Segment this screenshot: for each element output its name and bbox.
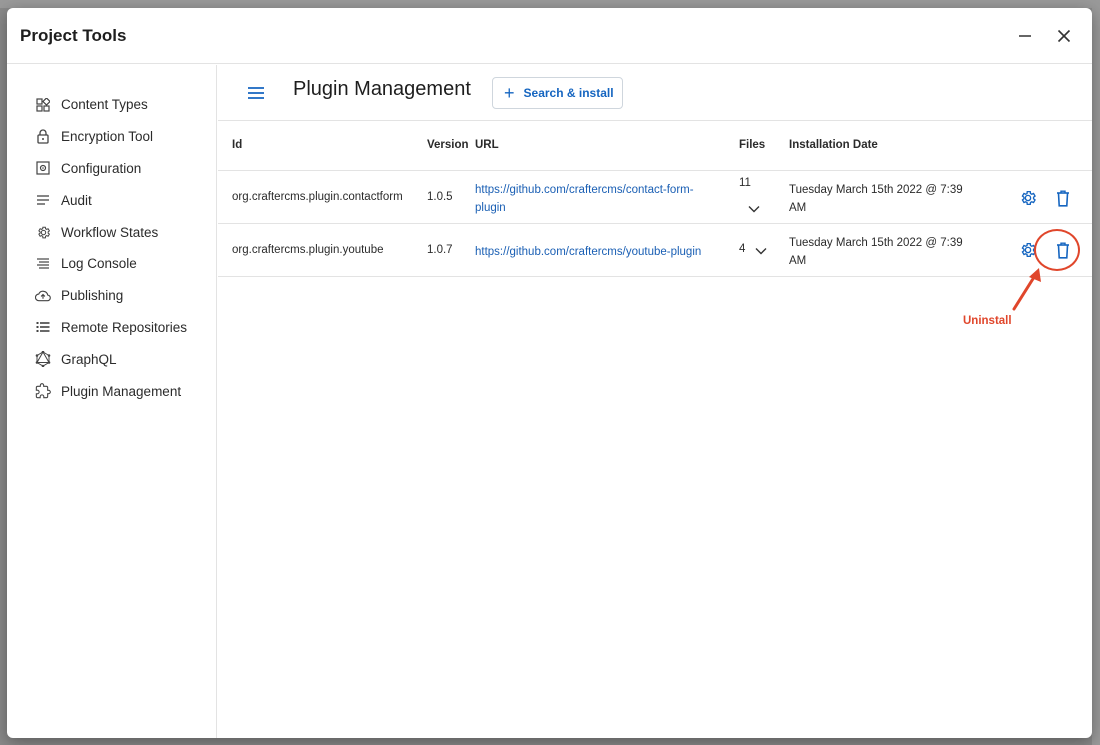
configuration-icon: [35, 160, 51, 176]
sidebar-item-remote-repositories[interactable]: Remote Repositories: [7, 312, 216, 344]
column-header-version[interactable]: Version: [427, 139, 469, 151]
sidebar-item-content-types[interactable]: Content Types: [7, 89, 216, 121]
menu-button[interactable]: [244, 81, 268, 105]
table-row: org.craftercms.plugin.contactform 1.0.5 …: [218, 171, 1092, 224]
plugin-version: 1.0.5: [427, 191, 453, 203]
column-header-url[interactable]: URL: [475, 139, 499, 151]
table-header: Id Version URL Files Installation Date: [218, 121, 1092, 171]
log-console-icon: [35, 256, 51, 272]
audit-icon: [35, 192, 51, 208]
dialog-header: Project Tools: [7, 8, 1092, 64]
installation-date: Tuesday March 15th 2022 @ 7:39 AM: [789, 234, 963, 270]
expand-files-button[interactable]: [743, 198, 765, 220]
plugin-url-link[interactable]: https://github.com/craftercms/youtube-pl…: [475, 243, 701, 261]
graphql-icon: [35, 351, 51, 368]
installation-date-line: Tuesday March 15th 2022 @ 7:39: [789, 237, 963, 249]
backdrop: [0, 0, 1100, 8]
annotation-label: Uninstall: [963, 315, 1012, 327]
plugin-files-count: 4: [739, 243, 746, 255]
sidebar-item-label: GraphQL: [61, 351, 117, 367]
expand-files-button[interactable]: [750, 240, 772, 262]
plugin-version: 1.0.7: [427, 244, 453, 256]
sidebar-item-log-console[interactable]: Log Console: [7, 248, 216, 280]
chevron-down-icon: [748, 206, 760, 213]
plus-icon: +: [504, 83, 515, 103]
sidebar-item-label: Workflow States: [61, 224, 159, 240]
plugin-id: org.craftercms.plugin.youtube: [232, 244, 384, 256]
sidebar-item-label: Plugin Management: [61, 383, 182, 399]
sidebar-item-plugin-management[interactable]: Plugin Management: [7, 375, 216, 407]
dialog-title: Project Tools: [20, 26, 127, 45]
project-tools-dialog: Project Tools Content Types Encryption T…: [7, 8, 1092, 738]
annotation-arrow: [1012, 268, 1041, 311]
uninstall-plugin-button[interactable]: [1052, 187, 1074, 209]
sidebar-item-label: Encryption Tool: [61, 129, 154, 145]
sidebar-item-publishing[interactable]: Publishing: [7, 280, 216, 312]
sidebar-item-workflow-states[interactable]: Workflow States: [7, 216, 216, 248]
gear-icon: [1021, 190, 1036, 206]
sidebar-item-label: Content Types: [61, 97, 148, 113]
sidebar-item-label: Audit: [61, 192, 92, 208]
close-icon: [1057, 29, 1071, 43]
installation-date-line: Tuesday March 15th 2022 @ 7:39: [789, 184, 963, 196]
table-row: org.craftercms.plugin.youtube 1.0.7 http…: [218, 224, 1092, 277]
content-types-icon: [35, 97, 51, 113]
plugin-settings-button[interactable]: [1017, 187, 1039, 209]
sidebar-item-label: Publishing: [61, 288, 124, 304]
plugin-url-line: plugin: [475, 202, 506, 214]
sidebar-item-graphql[interactable]: GraphQL: [7, 343, 216, 375]
hamburger-icon: [248, 87, 264, 99]
backdrop-right: [1092, 0, 1100, 745]
cloud-upload-icon: [35, 288, 51, 304]
main-panel: Plugin Management + Search & install Id …: [218, 65, 1092, 738]
plugin-url-link[interactable]: https://github.com/craftercms/contact-fo…: [475, 181, 694, 217]
lock-icon: [35, 129, 51, 145]
page-title: Plugin Management: [293, 78, 471, 100]
column-header-files[interactable]: Files: [739, 139, 765, 151]
sidebar-item-label: Configuration: [61, 160, 142, 176]
close-button[interactable]: [1050, 22, 1078, 50]
sidebar-item-configuration[interactable]: Configuration: [7, 153, 216, 185]
plugin-id: org.craftercms.plugin.contactform: [232, 191, 403, 203]
main-toolbar: Plugin Management + Search & install: [218, 65, 1092, 121]
column-header-installation-date[interactable]: Installation Date: [789, 139, 878, 151]
sidebar-item-label: Remote Repositories: [61, 319, 188, 335]
plugin-url-line: https://github.com/craftercms/contact-fo…: [475, 184, 694, 196]
plugins-table: Id Version URL Files Installation Date o…: [218, 121, 1092, 277]
plugin-files-count: 11: [739, 177, 751, 189]
minimize-button[interactable]: [1011, 22, 1039, 50]
trash-icon: [1057, 190, 1069, 207]
search-install-button[interactable]: + Search & install: [492, 77, 623, 109]
plugin-url-line: https://github.com/craftercms/youtube-pl…: [475, 246, 702, 258]
list-icon: [35, 319, 51, 335]
gear-icon: [35, 224, 51, 240]
puzzle-icon: [35, 383, 51, 399]
sidebar-item-audit[interactable]: Audit: [7, 184, 216, 216]
sidebar-item-label: Log Console: [61, 256, 137, 272]
sidebar: Content Types Encryption Tool Configurat…: [7, 65, 217, 738]
installation-date-line: AM: [789, 255, 807, 267]
search-install-label: Search & install: [523, 86, 614, 100]
sidebar-item-encryption-tool[interactable]: Encryption Tool: [7, 121, 216, 153]
minimize-icon: [1019, 35, 1031, 37]
column-header-id[interactable]: Id: [232, 139, 242, 151]
installation-date-line: AM: [789, 202, 807, 214]
installation-date: Tuesday March 15th 2022 @ 7:39 AM: [789, 181, 963, 217]
chevron-down-icon: [755, 248, 767, 255]
